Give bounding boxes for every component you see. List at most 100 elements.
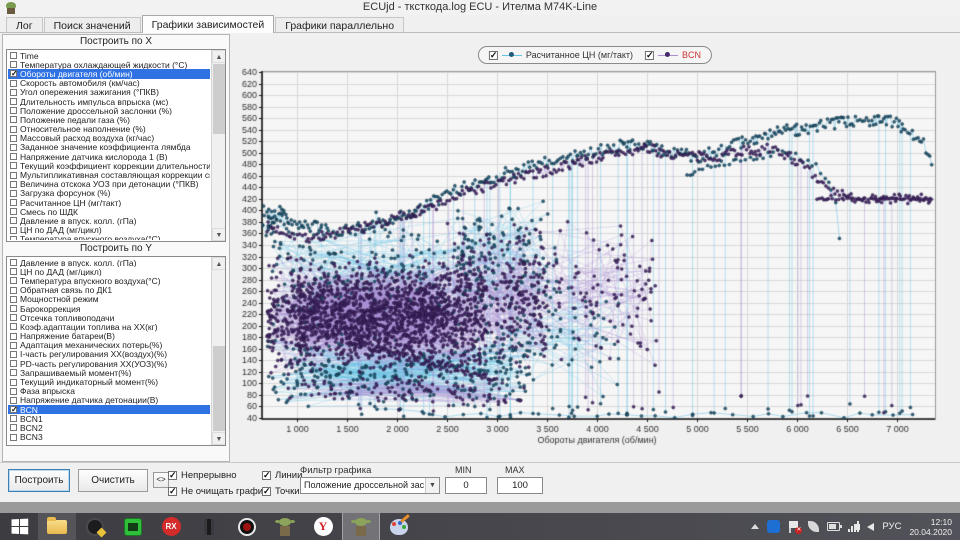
item-checkbox[interactable] bbox=[10, 190, 17, 197]
start-button[interactable] bbox=[0, 513, 38, 540]
list-item[interactable]: BCN1 bbox=[8, 414, 210, 423]
x-list-scrollbar[interactable]: ▲ ▼ bbox=[211, 50, 225, 241]
item-checkbox[interactable] bbox=[10, 135, 17, 142]
list-item[interactable]: Расчитанное ЦН (мг/такт) bbox=[8, 198, 210, 207]
taskbar-item-yoda[interactable] bbox=[266, 513, 304, 540]
swap-axes-button[interactable]: <> bbox=[153, 472, 169, 488]
chevron-up-icon[interactable] bbox=[751, 524, 759, 529]
option-checkbox[interactable]: Точки bbox=[262, 483, 302, 499]
chevron-down-icon[interactable]: ▼ bbox=[425, 478, 439, 493]
list-item[interactable]: PD-часть регулирования ХХ(УОЗ)(%) bbox=[8, 359, 210, 368]
item-checkbox[interactable] bbox=[10, 434, 17, 441]
option-checkbox[interactable]: Линии bbox=[262, 467, 302, 483]
scroll-down-icon[interactable]: ▼ bbox=[212, 228, 226, 241]
list-item[interactable]: Запрашиваемый момент(%) bbox=[8, 368, 210, 377]
list-item[interactable]: Температура впускного воздуха(°C) bbox=[8, 276, 210, 285]
list-item[interactable]: Коэф.адаптации топлива на ХХ(кг) bbox=[8, 322, 210, 331]
build-button[interactable]: Построить bbox=[8, 469, 70, 492]
item-checkbox[interactable] bbox=[10, 333, 17, 340]
checkbox-icon[interactable] bbox=[262, 487, 271, 496]
item-checkbox[interactable] bbox=[10, 360, 17, 367]
title-bar[interactable]: ECUjd - тксткода.log ECU - Ителма М74K-L… bbox=[0, 0, 960, 15]
scroll-up-icon[interactable]: ▲ bbox=[212, 257, 226, 270]
item-checkbox[interactable] bbox=[10, 52, 17, 59]
scroll-thumb[interactable] bbox=[213, 64, 225, 134]
list-item[interactable]: Напряжение датчика детонации(В) bbox=[8, 396, 210, 405]
tab[interactable]: Поиск значений bbox=[44, 17, 141, 33]
item-checkbox[interactable] bbox=[10, 277, 17, 284]
battery-icon[interactable] bbox=[827, 522, 840, 531]
item-checkbox[interactable] bbox=[10, 369, 17, 376]
taskbar-item-file-explorer[interactable] bbox=[38, 513, 76, 540]
item-checkbox[interactable] bbox=[10, 323, 17, 330]
clear-button[interactable]: Очистить bbox=[78, 469, 148, 492]
y-list-scrollbar[interactable]: ▲ ▼ bbox=[211, 257, 225, 445]
taskbar-item-green-chip[interactable] bbox=[114, 513, 152, 540]
item-checkbox[interactable] bbox=[10, 199, 17, 206]
list-item[interactable]: Обратная связь по ДК1 bbox=[8, 286, 210, 295]
taskbar-item-chip[interactable] bbox=[190, 513, 228, 540]
list-item[interactable]: ЦН по ДАД (мг/цикл) bbox=[8, 267, 210, 276]
item-checkbox[interactable] bbox=[10, 406, 17, 413]
item-checkbox[interactable] bbox=[10, 415, 17, 422]
checkbox-icon[interactable] bbox=[168, 471, 177, 480]
max-input[interactable] bbox=[497, 477, 543, 494]
speaker-icon[interactable] bbox=[867, 523, 874, 531]
list-item[interactable]: Длительность импульса впрыска (мс) bbox=[8, 97, 210, 106]
item-checkbox[interactable] bbox=[10, 424, 17, 431]
item-checkbox[interactable] bbox=[10, 227, 17, 234]
item-checkbox[interactable] bbox=[10, 342, 17, 349]
list-item[interactable]: Барокоррекция bbox=[8, 304, 210, 313]
item-checkbox[interactable] bbox=[10, 388, 17, 395]
tab[interactable]: Лог bbox=[6, 17, 43, 33]
list-item[interactable]: Напряжение датчика кислорода 1 (В) bbox=[8, 152, 210, 161]
scroll-down-icon[interactable]: ▼ bbox=[212, 432, 226, 445]
list-item[interactable]: Заданное значение коэффициента лямбда bbox=[8, 143, 210, 152]
list-item[interactable]: Текущий коэффициент коррекции длительнос… bbox=[8, 161, 210, 170]
list-item[interactable]: Мощностной режим bbox=[8, 295, 210, 304]
leaf-icon[interactable] bbox=[808, 521, 819, 532]
list-item[interactable]: I-часть регулирования ХХ(воздух)(%) bbox=[8, 350, 210, 359]
list-item[interactable]: Положение педали газа (%) bbox=[8, 115, 210, 124]
option-checkbox[interactable]: Непрерывно bbox=[168, 467, 267, 483]
list-item[interactable]: Смесь по ШДК bbox=[8, 207, 210, 216]
list-item[interactable]: Обороты двигателя (об/мин) bbox=[8, 69, 210, 78]
checkbox-icon[interactable] bbox=[168, 487, 177, 496]
item-checkbox[interactable] bbox=[10, 305, 17, 312]
item-checkbox[interactable] bbox=[10, 236, 17, 240]
scroll-up-icon[interactable]: ▲ bbox=[212, 50, 226, 63]
list-item[interactable]: Положение дроссельной заслонки (%) bbox=[8, 106, 210, 115]
item-checkbox[interactable] bbox=[10, 162, 17, 169]
list-item[interactable]: BCN3 bbox=[8, 433, 210, 442]
scroll-thumb[interactable] bbox=[213, 346, 225, 431]
taskbar-item-yandex-browser[interactable]: Y bbox=[304, 513, 342, 540]
filter-dropdown[interactable]: Положение дроссельной заслонки ▼ bbox=[300, 477, 440, 494]
dependency-chart-canvas[interactable] bbox=[230, 33, 960, 462]
bluetooth-icon[interactable] bbox=[767, 520, 780, 533]
list-item[interactable]: Загрузка форсунок (%) bbox=[8, 189, 210, 198]
language-indicator[interactable]: РУС bbox=[882, 521, 901, 532]
tab[interactable]: Графики параллельно bbox=[275, 17, 404, 33]
item-checkbox[interactable] bbox=[10, 268, 17, 275]
item-checkbox[interactable] bbox=[10, 61, 17, 68]
item-checkbox[interactable] bbox=[10, 98, 17, 105]
taskbar-item-record[interactable] bbox=[228, 513, 266, 540]
item-checkbox[interactable] bbox=[10, 351, 17, 358]
taskbar-item-paint[interactable] bbox=[380, 513, 418, 540]
taskbar-item-ecu-app[interactable] bbox=[342, 513, 380, 540]
list-item[interactable]: Давление в впуск. колл. (гПа) bbox=[8, 258, 210, 267]
item-checkbox[interactable] bbox=[10, 208, 17, 215]
list-item[interactable]: Мультипликативная составляющая коррекции… bbox=[8, 170, 210, 179]
item-checkbox[interactable] bbox=[10, 89, 17, 96]
taskbar-item-rx[interactable]: RX bbox=[152, 513, 190, 540]
list-item[interactable]: Адаптация механических потерь(%) bbox=[8, 341, 210, 350]
list-item[interactable]: Time bbox=[8, 51, 210, 60]
item-checkbox[interactable] bbox=[10, 397, 17, 404]
item-checkbox[interactable] bbox=[10, 379, 17, 386]
list-item[interactable]: Температура охлаждающей жидкости (°C) bbox=[8, 60, 210, 69]
item-checkbox[interactable] bbox=[10, 172, 17, 179]
item-checkbox[interactable] bbox=[10, 181, 17, 188]
taskbar-item-steering-wheel[interactable] bbox=[76, 513, 114, 540]
list-item[interactable]: Скорость автомобиля (км/час) bbox=[8, 79, 210, 88]
list-item[interactable]: BCN2 bbox=[8, 423, 210, 432]
